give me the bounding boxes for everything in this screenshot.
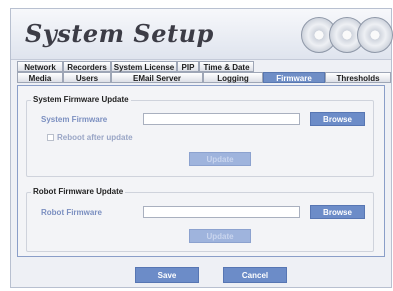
robot-firmware-group: Robot Firmware Update Robot Firmware Bro… xyxy=(26,187,374,252)
tab-pip[interactable]: PIP xyxy=(177,61,199,72)
tab-media[interactable]: Media xyxy=(17,72,63,83)
page-title: System Setup xyxy=(25,19,214,48)
tab-logging[interactable]: Logging xyxy=(203,72,263,83)
robot-firmware-group-title: Robot Firmware Update xyxy=(31,187,126,196)
robot-firmware-input[interactable] xyxy=(143,206,300,218)
firmware-panel: System Firmware Update System Firmware B… xyxy=(17,85,385,257)
system-firmware-label: System Firmware xyxy=(41,115,108,124)
reboot-after-update-label: Reboot after update xyxy=(57,133,133,142)
robot-browse-button[interactable]: Browse xyxy=(310,205,365,219)
tab-system-license[interactable]: System License xyxy=(111,61,177,72)
tab-time-date[interactable]: Time & Date xyxy=(199,61,254,72)
save-button[interactable]: Save xyxy=(135,267,199,283)
system-update-button[interactable]: Update xyxy=(189,152,251,166)
reboot-after-update-checkbox[interactable]: Reboot after update xyxy=(47,133,133,142)
system-browse-button[interactable]: Browse xyxy=(310,112,365,126)
system-setup-window: System Setup Network Recorders System Li… xyxy=(10,8,393,288)
tab-recorders[interactable]: Recorders xyxy=(63,61,111,72)
cancel-button[interactable]: Cancel xyxy=(223,267,287,283)
system-firmware-input[interactable] xyxy=(143,113,300,125)
tab-users[interactable]: Users xyxy=(63,72,111,83)
tab-thresholds[interactable]: Thresholds xyxy=(325,72,391,83)
system-firmware-group: System Firmware Update System Firmware B… xyxy=(26,95,374,177)
settings-tabs: Network Recorders System License PIP Tim… xyxy=(17,59,391,85)
tab-firmware[interactable]: Firmware xyxy=(263,72,325,83)
robot-firmware-label: Robot Firmware xyxy=(41,208,102,217)
disc-logo-icon xyxy=(301,15,393,55)
checkbox-box-icon[interactable] xyxy=(47,134,54,141)
tab-email-server[interactable]: EMail Server xyxy=(111,72,203,83)
system-firmware-group-title: System Firmware Update xyxy=(31,95,131,104)
robot-update-button[interactable]: Update xyxy=(189,229,251,243)
header-banner: System Setup xyxy=(11,9,393,60)
tab-network[interactable]: Network xyxy=(17,61,63,72)
